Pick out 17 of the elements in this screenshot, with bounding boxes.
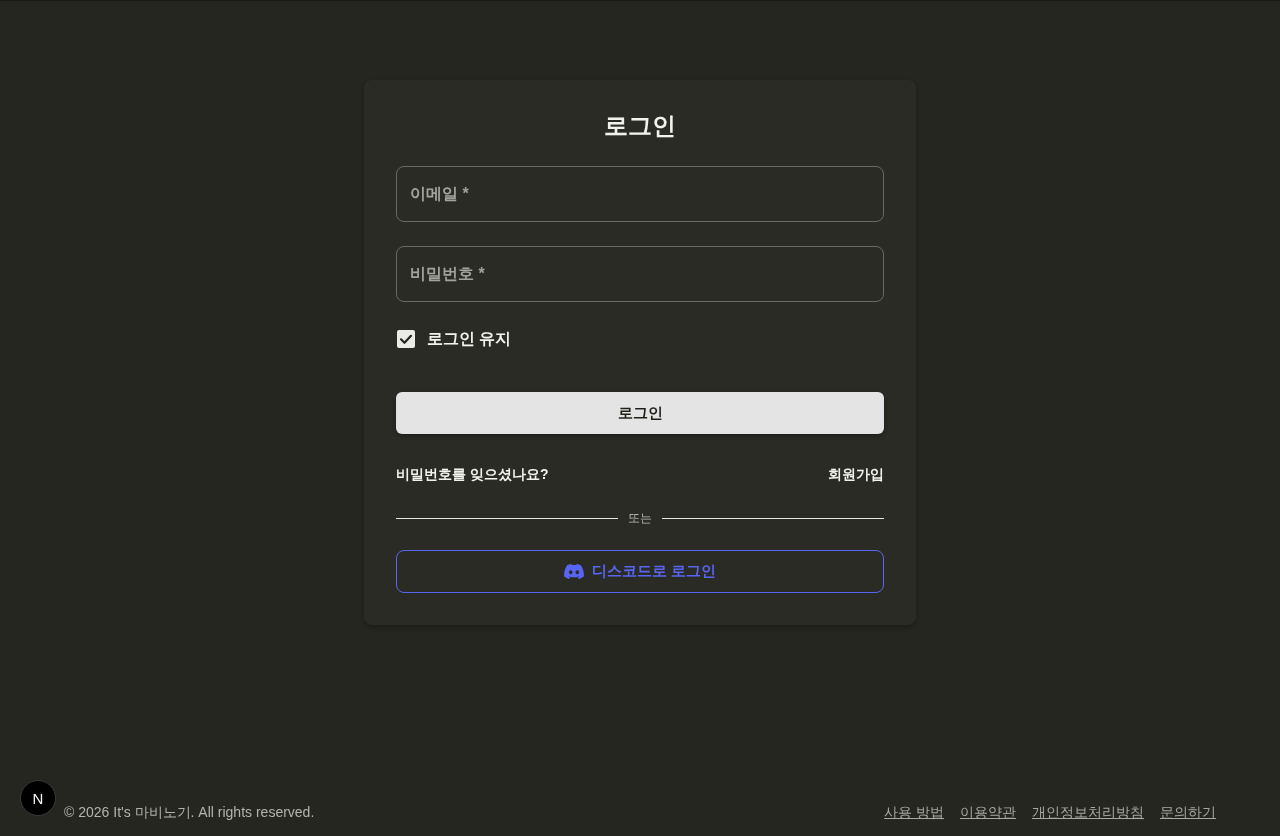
checkbox[interactable] [397, 330, 415, 348]
footer-link[interactable]: 문의하기 [1160, 804, 1216, 822]
forgot-password-link[interactable]: 비밀번호를 잊으셨나요? [396, 466, 549, 484]
input-field[interactable]: 이메일 * [396, 166, 884, 222]
dev-tools-button[interactable]: N [20, 780, 56, 816]
divider-text: 또는 [628, 509, 652, 527]
copyright-text: © 2026 It's 마비노기. All rights reserved. [64, 804, 315, 822]
footer-link[interactable]: 이용약관 [960, 804, 1016, 822]
login-button[interactable]: 로그인 [396, 392, 884, 434]
footer-link[interactable]: 사용 방법 [884, 804, 944, 822]
login-title: 로그인 [603, 111, 677, 141]
footer-link[interactable]: 개인정보처리방침 [1032, 804, 1144, 822]
check-icon [399, 332, 413, 346]
checkbox-label: 로그인 유지 [427, 328, 512, 349]
discord-icon [563, 564, 584, 579]
signup-link[interactable]: 회원가입 [828, 466, 884, 484]
input-field[interactable]: 비밀번호 * [396, 246, 884, 302]
